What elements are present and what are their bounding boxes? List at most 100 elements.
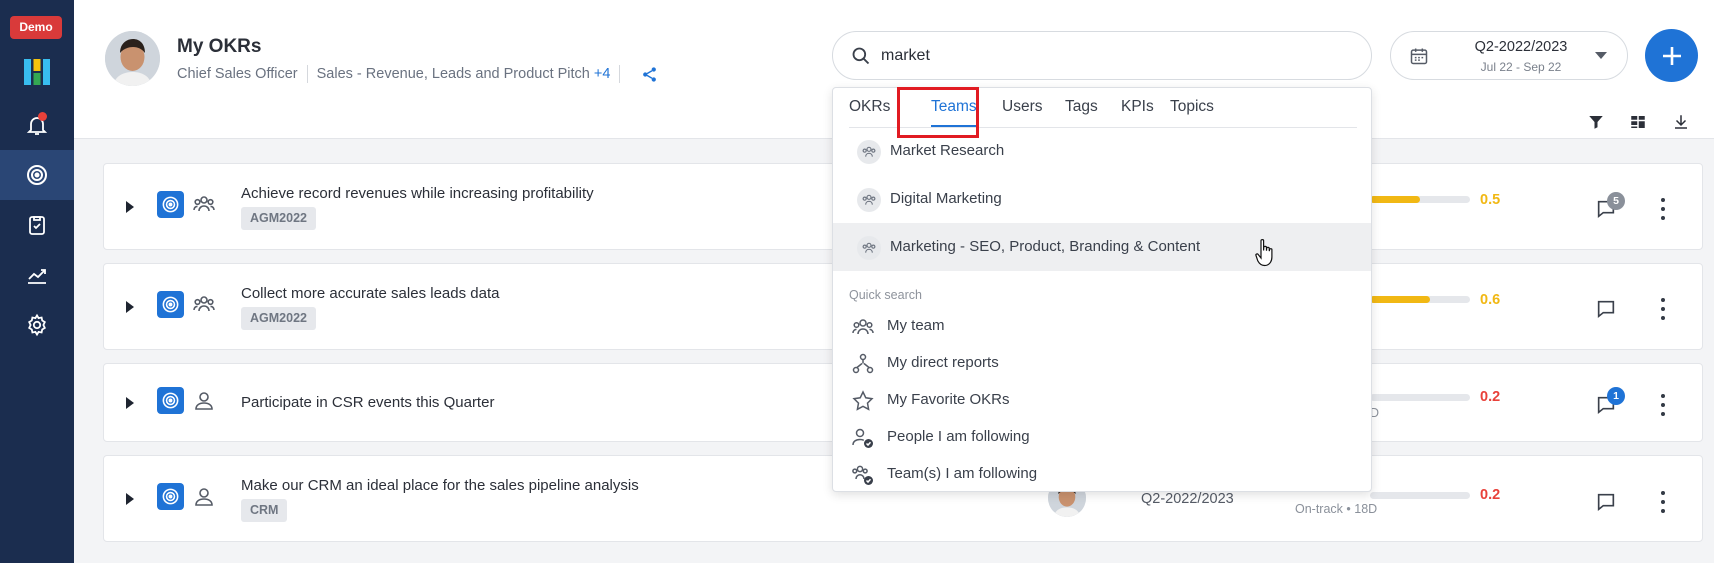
- user-role-line: Chief Sales Officer Sales - Revenue, Lea…: [177, 65, 658, 83]
- team-icon: [193, 296, 215, 312]
- quick-search-label: People I am following: [887, 428, 1030, 445]
- expand-arrow-icon[interactable]: [126, 493, 134, 505]
- quick-search-teams-following[interactable]: Team(s) I am following: [833, 456, 1371, 492]
- star-icon: [852, 390, 874, 411]
- demo-badge: Demo: [10, 16, 62, 39]
- team-icon: [852, 319, 874, 335]
- result-label: Digital Marketing: [890, 190, 1002, 207]
- quick-search-label: My Favorite OKRs: [887, 391, 1010, 408]
- sidebar-item-notifications[interactable]: [0, 100, 74, 150]
- comment-icon[interactable]: [1595, 298, 1617, 320]
- quick-search-label: My direct reports: [887, 354, 999, 371]
- quick-search-favorite-okrs[interactable]: My Favorite OKRs: [833, 382, 1371, 418]
- more-menu-icon[interactable]: [1660, 198, 1666, 220]
- result-label: Marketing - SEO, Product, Branding & Con…: [890, 238, 1201, 255]
- status-text: On-track • 18D: [1295, 502, 1378, 516]
- sidebar-item-settings[interactable]: [0, 300, 74, 350]
- result-item-digital-marketing[interactable]: Digital Marketing: [833, 175, 1371, 223]
- objective-icon: [157, 387, 184, 414]
- okr-tag[interactable]: AGM2022: [241, 307, 316, 330]
- okr-tag[interactable]: AGM2022: [241, 207, 316, 230]
- filter-icon[interactable]: [1587, 113, 1605, 131]
- quick-search-my-team[interactable]: My team: [833, 308, 1371, 344]
- okr-period: Q2-2022/2023: [1141, 491, 1234, 507]
- more-menu-icon[interactable]: [1660, 491, 1666, 513]
- search-dropdown: OKRs Teams Users Tags KPIs Topics Market…: [832, 87, 1372, 492]
- tab-okrs[interactable]: OKRs: [849, 98, 890, 116]
- more-teams-link[interactable]: +4: [594, 66, 611, 82]
- team-icon: [193, 196, 215, 212]
- objective-icon: [157, 291, 184, 318]
- more-menu-icon[interactable]: [1660, 298, 1666, 320]
- user-teams: Sales - Revenue, Leads and Product Pitch: [316, 66, 590, 82]
- user-following-icon: [852, 428, 873, 448]
- comment-count-badge: 5: [1607, 192, 1625, 210]
- progress-track: [1370, 394, 1470, 401]
- progress-track: [1370, 492, 1470, 499]
- tab-tags[interactable]: Tags: [1065, 98, 1098, 116]
- okr-title[interactable]: Participate in CSR events this Quarter: [241, 394, 494, 411]
- objective-icon: [157, 191, 184, 218]
- quick-search-label: My team: [887, 317, 945, 334]
- layout-icon[interactable]: [1629, 113, 1647, 131]
- add-okr-button[interactable]: [1645, 29, 1698, 82]
- notification-dot: [38, 112, 47, 121]
- search-icon: [852, 47, 870, 65]
- team-following-icon: [852, 465, 873, 485]
- team-icon: [857, 140, 881, 164]
- okr-title[interactable]: Achieve record revenues while increasing…: [241, 185, 594, 202]
- okr-tag[interactable]: CRM: [241, 499, 288, 522]
- divider: [619, 65, 621, 83]
- quick-search-heading: Quick search: [849, 288, 922, 302]
- app-logo-icon[interactable]: [24, 59, 50, 85]
- okr-score: 0.6: [1480, 292, 1501, 308]
- avatar-portrait-icon: [105, 31, 160, 86]
- page-title: My OKRs: [177, 36, 262, 57]
- okr-title[interactable]: Make our CRM an ideal place for the sale…: [241, 477, 639, 494]
- okr-title[interactable]: Collect more accurate sales leads data: [241, 285, 499, 302]
- download-icon[interactable]: [1672, 113, 1690, 131]
- org-chart-icon: [852, 353, 874, 374]
- team-icon: [857, 236, 881, 260]
- sidebar-item-reports[interactable]: [0, 250, 74, 300]
- user-icon: [195, 392, 213, 410]
- expand-arrow-icon[interactable]: [126, 301, 134, 313]
- more-menu-icon[interactable]: [1660, 394, 1666, 416]
- chart-icon: [28, 269, 46, 284]
- clipboard-icon: [29, 216, 45, 235]
- sidebar-item-okrs[interactable]: [0, 150, 74, 200]
- share-icon[interactable]: [641, 66, 658, 83]
- search-input[interactable]: [881, 42, 1351, 70]
- quick-search-people-following[interactable]: People I am following: [833, 419, 1371, 455]
- comment-icon[interactable]: [1595, 491, 1617, 513]
- tab-kpis[interactable]: KPIs: [1121, 98, 1154, 116]
- plus-icon: [1662, 46, 1681, 65]
- hand-cursor-icon: [1255, 239, 1273, 267]
- quick-search-direct-reports[interactable]: My direct reports: [833, 345, 1371, 381]
- sidebar-item-checkins[interactable]: [0, 200, 74, 250]
- search-box[interactable]: [832, 31, 1372, 80]
- user-avatar[interactable]: [105, 31, 160, 86]
- comment-count-badge: 1: [1607, 387, 1625, 405]
- result-item-marketing-seo[interactable]: Marketing - SEO, Product, Branding & Con…: [833, 223, 1371, 271]
- period-selector[interactable]: Q2-2022/2023 Jul 22 - Sep 22: [1390, 31, 1628, 80]
- chevron-down-icon: [1595, 52, 1607, 59]
- okr-score: 0.2: [1480, 487, 1501, 503]
- okr-score: 0.5: [1480, 192, 1501, 208]
- expand-arrow-icon[interactable]: [126, 397, 134, 409]
- expand-arrow-icon[interactable]: [126, 201, 134, 213]
- calendar-icon: [1410, 48, 1428, 65]
- target-icon: [27, 165, 47, 185]
- progress-fill: [1370, 296, 1430, 303]
- objective-icon: [157, 483, 184, 510]
- progress-fill: [1370, 196, 1420, 203]
- tab-topics[interactable]: Topics: [1170, 98, 1214, 116]
- result-label: Market Research: [890, 142, 1005, 159]
- quick-search-label: Team(s) I am following: [887, 465, 1038, 482]
- team-icon: [857, 188, 881, 212]
- user-role: Chief Sales Officer: [177, 66, 298, 82]
- gear-icon: [28, 313, 46, 337]
- result-item-market-research[interactable]: Market Research: [833, 127, 1371, 175]
- period-dates: Jul 22 - Sep 22: [1480, 60, 1562, 74]
- tab-users[interactable]: Users: [1002, 98, 1042, 116]
